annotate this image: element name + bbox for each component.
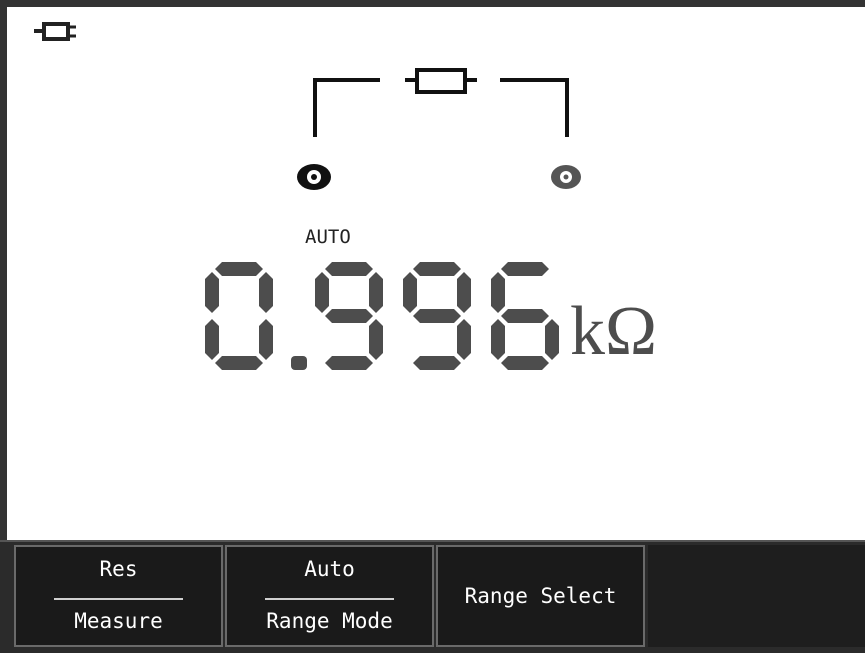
digit-segment: [491, 319, 505, 360]
empty-softkey: [648, 545, 865, 647]
digit-segment: [259, 319, 273, 360]
range-mode-softkey-label: Range Mode: [266, 609, 393, 633]
digit-segment: [457, 319, 471, 360]
digit-segment: [501, 309, 549, 323]
softkey-bar: Res Measure Auto Range Mode Range Select: [0, 540, 865, 653]
digit-segment: [325, 262, 373, 276]
connection-diagram: [297, 68, 581, 190]
measurement-reading: [205, 262, 559, 370]
digit-segment: [205, 319, 219, 360]
digit-segment: [491, 272, 505, 313]
range-select-softkey[interactable]: Range Select: [436, 545, 645, 647]
digit-segment: [315, 272, 329, 313]
range-select-softkey-label: Range Select: [464, 584, 617, 608]
digit-segment: [457, 272, 471, 313]
decimal-point: [291, 356, 307, 370]
digit-segment: [403, 272, 417, 313]
probe-left-icon: [297, 164, 331, 190]
digit-segment: [413, 309, 461, 323]
measure-softkey-label: Measure: [74, 609, 163, 633]
digit-segment: [369, 272, 383, 313]
digit-segment: [545, 319, 559, 360]
measure-softkey-value: Res: [99, 557, 138, 581]
digit-segment: [215, 356, 263, 370]
digit-segment: [501, 356, 549, 370]
digit-segment: [215, 262, 263, 276]
digit-segment: [501, 262, 549, 276]
unit-label: kΩ: [570, 293, 658, 370]
plug-icon: [34, 22, 76, 41]
range-mode-indicator: AUTO: [305, 226, 351, 248]
range-mode-softkey[interactable]: Auto Range Mode: [225, 545, 434, 647]
softkey-divider: [265, 598, 394, 600]
digit-segment: [325, 356, 373, 370]
digit-segment: [325, 309, 373, 323]
digit-segment: [413, 356, 461, 370]
range-mode-softkey-value: Auto: [304, 557, 355, 581]
probe-right-icon: [551, 165, 581, 189]
digit-segment: [369, 319, 383, 360]
digit-segment: [205, 272, 219, 313]
digit-segment: [413, 262, 461, 276]
softkey-divider: [54, 598, 183, 600]
resistor-icon: [313, 68, 569, 137]
digit-segment: [259, 272, 273, 313]
measure-softkey[interactable]: Res Measure: [14, 545, 223, 647]
